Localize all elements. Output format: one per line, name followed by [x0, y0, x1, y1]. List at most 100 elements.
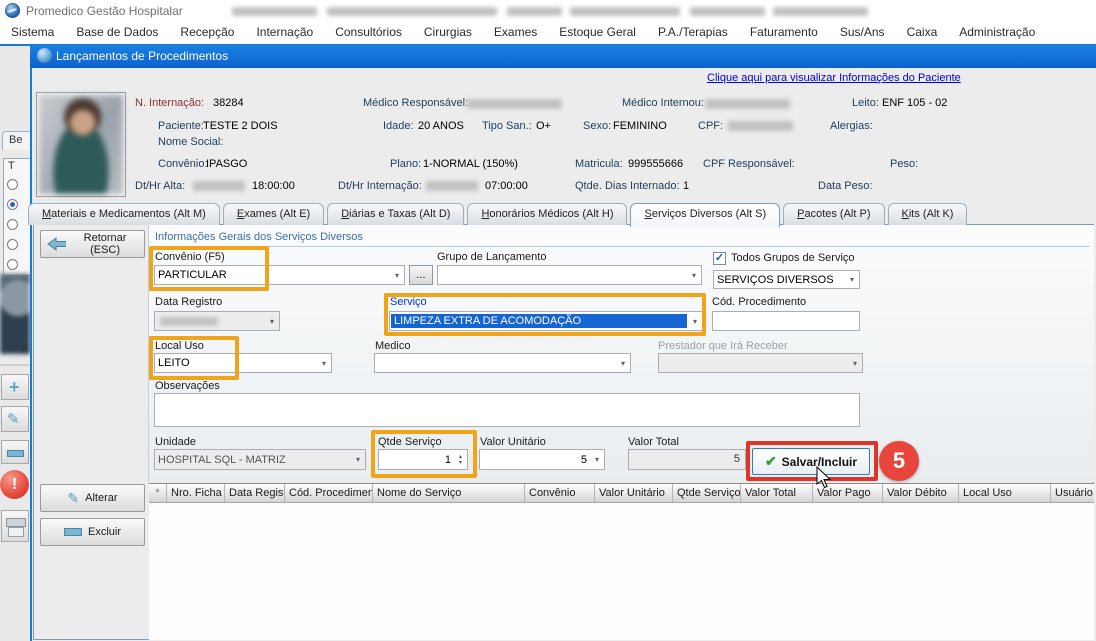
- grupo-lancamento-label: Grupo de Lançamento: [437, 251, 546, 263]
- redacted-title-text: [570, 7, 680, 16]
- qtde-servico-label: Qtde Serviço: [378, 436, 442, 448]
- chevron-down-icon[interactable]: ▾: [390, 271, 404, 280]
- qtde-servico-stepper[interactable]: 1 ▴▾: [378, 449, 468, 470]
- column-header-8[interactable]: Valor Total: [741, 484, 813, 502]
- chevron-down-icon[interactable]: ▾: [616, 359, 630, 368]
- grupo-servico-value: SERVIÇOS DIVERSOS: [714, 274, 845, 286]
- menu-item-10[interactable]: Sus/Ans: [829, 21, 896, 44]
- add-button[interactable]: +: [1, 374, 29, 400]
- observacoes-textarea[interactable]: [154, 393, 860, 427]
- column-header-11[interactable]: Local Uso: [959, 484, 1051, 502]
- convenio-f5-label: Convênio (F5): [155, 251, 225, 263]
- chevron-down-icon[interactable]: ▾: [265, 317, 279, 326]
- column-header-6[interactable]: Valor Unitário: [595, 484, 673, 502]
- plano-value: 1-NORMAL (150%): [423, 158, 518, 170]
- data-registro-combobox[interactable]: ▾: [154, 311, 280, 331]
- tab-1[interactable]: Exames (Alt E): [223, 203, 324, 225]
- radio-button[interactable]: [7, 179, 18, 190]
- convenio-browse-button[interactable]: ...: [409, 265, 433, 285]
- convenio-combobox[interactable]: PARTICULAR ▾: [154, 265, 405, 285]
- plus-icon: +: [9, 377, 20, 398]
- tab-6[interactable]: Kits (Alt K): [888, 203, 968, 225]
- column-header-10[interactable]: Valor Débito: [883, 484, 959, 502]
- app-title: Promedico Gestão Hospitalar: [26, 4, 183, 18]
- grupo-servico-combobox[interactable]: SERVIÇOS DIVERSOS ▾: [713, 270, 860, 289]
- column-header-0[interactable]: *: [149, 484, 167, 502]
- peso-label: Peso:: [890, 158, 918, 170]
- prestador-combobox: ▾: [658, 353, 863, 373]
- menu-item-7[interactable]: Estoque Geral: [548, 21, 647, 44]
- column-header-12[interactable]: Usuário: [1051, 484, 1094, 502]
- remove-button[interactable]: [1, 440, 29, 464]
- tab-2[interactable]: Diárias e Taxas (Alt D): [327, 203, 464, 225]
- grupo-lancamento-combobox[interactable]: ▾: [437, 265, 702, 285]
- column-header-1[interactable]: Nro. Ficha: [167, 484, 225, 502]
- background-tab-fragment[interactable]: Be: [2, 131, 32, 150]
- edit-button[interactable]: ✎: [1, 406, 29, 432]
- spinner-arrows-icon[interactable]: ▴▾: [454, 454, 467, 466]
- local-uso-combobox[interactable]: LEITO ▾: [154, 353, 332, 373]
- retornar-label: Retornar (ESC): [72, 232, 138, 256]
- tab-0[interactable]: Materiais e Medicamentos (Alt M): [28, 203, 220, 225]
- menu-item-9[interactable]: Faturamento: [739, 21, 829, 44]
- menu-item-0[interactable]: Sistema: [0, 21, 65, 44]
- column-header-2[interactable]: Data Regist: [225, 484, 285, 502]
- qtde-dias-value: 1: [683, 180, 689, 192]
- warning-icon[interactable]: !: [0, 470, 29, 499]
- todos-grupos-checkbox[interactable]: ✓: [713, 252, 726, 265]
- menu-item-2[interactable]: Recepção: [169, 21, 245, 44]
- chevron-down-icon[interactable]: ▾: [317, 359, 331, 368]
- salvar-incluir-button[interactable]: ✔ Salvar/Incluir: [752, 448, 870, 475]
- menu-item-12[interactable]: Administração: [948, 21, 1046, 44]
- retornar-button[interactable]: Retornar (ESC): [40, 230, 145, 258]
- medico-label: Medico: [375, 340, 410, 352]
- radio-button[interactable]: [7, 259, 18, 270]
- radio-button[interactable]: [7, 239, 18, 250]
- menu-item-3[interactable]: Internação: [245, 21, 324, 44]
- menu-item-4[interactable]: Consultórios: [324, 21, 413, 44]
- tab-3[interactable]: Honorários Médicos (Alt H): [467, 203, 627, 225]
- app-logo-icon: [5, 3, 20, 18]
- alterar-button[interactable]: ✎ Alterar: [40, 484, 145, 512]
- patient-info-link[interactable]: Clique aqui para visualizar Informações …: [707, 72, 961, 84]
- print-button[interactable]: [1, 510, 29, 542]
- screen: Promedico Gestão Hospitalar SistemaBase …: [0, 0, 1096, 641]
- excluir-button[interactable]: Excluir: [40, 518, 145, 546]
- tab-4[interactable]: Serviços Diversos (Alt S): [630, 203, 780, 227]
- printer-icon: [6, 518, 26, 527]
- leito-value: ENF 105 - 02: [882, 97, 947, 109]
- column-header-4[interactable]: Nome do Serviço: [373, 484, 525, 502]
- valor-total-label: Valor Total: [628, 436, 679, 448]
- unidade-label: Unidade: [155, 436, 196, 448]
- chevron-down-icon[interactable]: ▾: [687, 271, 701, 280]
- column-header-7[interactable]: Qtde Serviço: [673, 484, 741, 502]
- menu-item-11[interactable]: Caixa: [896, 21, 949, 44]
- local-uso-label: Local Uso: [155, 340, 204, 352]
- radio-button[interactable]: [7, 219, 18, 230]
- data-peso-label: Data Peso:: [818, 180, 872, 192]
- idade-value: 20 ANOS: [418, 120, 464, 132]
- menu-item-5[interactable]: Cirurgias: [413, 21, 483, 44]
- menu-item-6[interactable]: Exames: [483, 21, 548, 44]
- column-header-3[interactable]: Cód. Procediment: [285, 484, 373, 502]
- qtde-servico-value: 1: [379, 454, 454, 466]
- chevron-down-icon[interactable]: ▾: [845, 275, 859, 284]
- redacted-title-text: [327, 7, 497, 16]
- chevron-down-icon[interactable]: ▾: [590, 455, 604, 464]
- valor-unitario-combobox[interactable]: 5 ▾: [479, 449, 605, 470]
- tab-5[interactable]: Pacotes (Alt P): [783, 203, 884, 225]
- servico-combobox[interactable]: LIMPEZA EXTRA DE ACOMODAÇÃO ▾: [389, 311, 703, 331]
- menu-item-8[interactable]: P.A./Terapias: [647, 21, 739, 44]
- step-badge: 5: [879, 441, 919, 481]
- results-table-body[interactable]: [149, 503, 1094, 640]
- column-header-5[interactable]: Convênio: [525, 484, 595, 502]
- menu-item-1[interactable]: Base de Dados: [65, 21, 169, 44]
- chevron-down-icon[interactable]: ▾: [688, 317, 702, 326]
- medico-combobox[interactable]: ▾: [374, 353, 631, 373]
- section-title: Informações Gerais dos Serviços Diversos: [155, 231, 363, 243]
- radio-button-selected[interactable]: [7, 199, 18, 210]
- prestador-label: Prestador que Irá Receber: [658, 340, 788, 352]
- matricula-value: 999555666: [628, 158, 683, 170]
- tipo-san-label: Tipo San.:: [482, 120, 532, 132]
- cod-procedimento-input[interactable]: [712, 311, 860, 331]
